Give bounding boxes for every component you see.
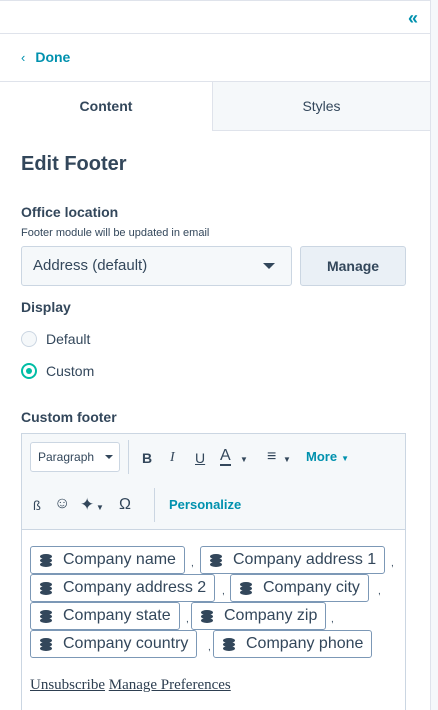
link-icon[interactable]: ß — [33, 498, 41, 513]
text-color-button[interactable]: A — [220, 448, 231, 466]
personalization-token[interactable]: Company name — [30, 546, 185, 574]
page-title: Edit Footer — [21, 153, 127, 175]
office-location-help: Footer module will be updated in email — [21, 227, 210, 239]
personalization-token[interactable]: Company zip — [191, 602, 327, 630]
database-icon — [40, 610, 52, 623]
personalization-token[interactable]: Company phone — [213, 630, 373, 658]
done-label: Done — [35, 49, 71, 65]
token-label: Company country — [63, 635, 189, 652]
separator: , — [208, 642, 211, 653]
caret-down-icon[interactable]: ▼ — [240, 450, 248, 466]
radio-default-circle[interactable] — [21, 331, 37, 347]
token-label: Company phone — [246, 635, 364, 652]
database-icon — [40, 582, 52, 595]
separator: , — [331, 614, 334, 625]
done-bar: ‹ Done — [0, 34, 430, 82]
personalization-token[interactable]: Company address 1 — [200, 546, 386, 574]
unsubscribe-link[interactable]: Unsubscribe — [30, 677, 105, 693]
separator: , — [222, 586, 225, 597]
paragraph-select[interactable]: Paragraph — [30, 442, 120, 472]
database-icon — [40, 554, 52, 567]
token-label: Company city — [263, 579, 360, 596]
rich-text-editor[interactable]: Paragraph B I U A ▼ ≡ ▼ More ▼ ß ☺ ✦ ▼ Ω … — [21, 433, 406, 710]
caret-down-icon[interactable]: ▼ — [283, 450, 291, 466]
bold-button[interactable]: B — [142, 450, 152, 466]
manage-preferences-link[interactable]: Manage Preferences — [109, 677, 231, 693]
personalization-token[interactable]: Company city — [230, 574, 369, 602]
special-character-icon[interactable]: Ω — [119, 496, 131, 514]
align-icon[interactable]: ≡ — [267, 448, 276, 466]
radio-custom-circle[interactable] — [21, 363, 37, 379]
italic-button[interactable]: I — [170, 450, 175, 466]
office-location-value: Address (default) — [33, 257, 148, 274]
right-rail — [430, 0, 438, 710]
personalization-token[interactable]: Company state — [30, 602, 180, 630]
database-icon — [201, 610, 213, 623]
done-button[interactable]: ‹ Done — [21, 49, 70, 65]
database-icon — [240, 582, 252, 595]
emoji-icon[interactable]: ☺ — [54, 495, 70, 513]
radio-custom-label: Custom — [46, 363, 95, 379]
separator: , — [191, 558, 194, 569]
custom-footer-label: Custom footer — [21, 409, 117, 425]
separator: , — [186, 614, 189, 625]
personalization-token[interactable]: Company address 2 — [30, 574, 216, 602]
paragraph-select-label: Paragraph — [38, 450, 95, 464]
personalize-button[interactable]: Personalize — [169, 497, 241, 512]
caret-down-icon — [105, 455, 113, 459]
database-icon — [223, 638, 235, 651]
caret-down-icon — [263, 263, 275, 269]
token-label: Company state — [63, 607, 171, 624]
personalization-token[interactable]: Company country — [30, 630, 198, 658]
display-label: Display — [21, 299, 71, 315]
more-menu-button[interactable]: More ▼ — [306, 449, 349, 464]
manage-button[interactable]: Manage — [300, 246, 406, 286]
more-label: More — [306, 449, 338, 464]
toolbar-divider — [154, 488, 155, 522]
caret-down-icon[interactable]: ▼ — [96, 498, 104, 514]
chevron-left-icon: ‹ — [21, 50, 26, 65]
underline-button[interactable]: U — [195, 450, 205, 466]
token-label: Company zip — [224, 607, 318, 624]
tab-bar: Content Styles — [0, 82, 430, 131]
separator: , — [378, 586, 381, 597]
collapse-panel-icon[interactable]: « — [408, 9, 418, 27]
radio-default-label: Default — [46, 331, 91, 347]
top-bar: « — [0, 0, 430, 34]
tab-styles[interactable]: Styles — [213, 82, 430, 131]
database-icon — [40, 638, 52, 651]
token-label: Company name — [63, 551, 176, 568]
token-label: Company address 1 — [233, 551, 377, 568]
sparkle-ai-icon[interactable]: ✦ — [80, 495, 94, 515]
database-icon — [210, 554, 222, 567]
separator: , — [391, 558, 394, 569]
office-location-label: Office location — [21, 204, 119, 220]
token-label: Company address 2 — [63, 579, 207, 596]
toolbar-divider — [128, 440, 129, 474]
office-location-select[interactable]: Address (default) — [21, 246, 292, 286]
editor-toolbar: Paragraph B I U A ▼ ≡ ▼ More ▼ ß ☺ ✦ ▼ Ω … — [22, 434, 405, 530]
tab-content[interactable]: Content — [0, 82, 213, 131]
footer-links: Unsubscribe Manage Preferences — [30, 677, 231, 694]
